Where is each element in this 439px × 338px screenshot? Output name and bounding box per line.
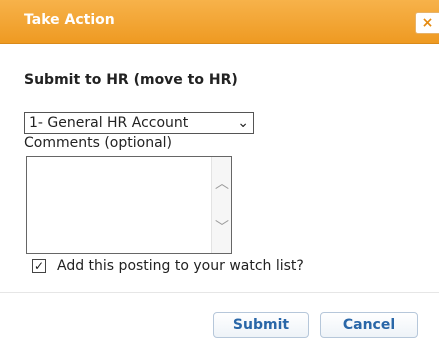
comments-textarea[interactable]: ︿ ﹀ <box>26 156 232 254</box>
watch-list-checkbox[interactable]: ✓ <box>32 259 46 273</box>
footer-divider <box>0 292 439 293</box>
account-select[interactable]: 1- General HR Account ⌄ <box>24 112 254 134</box>
comments-label: Comments (optional) <box>24 135 172 151</box>
comments-scrollbar[interactable]: ︿ ﹀ <box>211 157 231 253</box>
scroll-up-icon[interactable]: ︿ <box>214 175 230 192</box>
check-icon: ✓ <box>33 259 45 273</box>
submit-button[interactable]: Submit <box>213 312 309 338</box>
form-heading: Submit to HR (move to HR) <box>24 72 238 88</box>
account-select-value: 1- General HR Account <box>29 115 189 131</box>
dialog-title: Take Action <box>24 12 115 28</box>
chevron-down-icon: ⌄ <box>237 115 249 131</box>
dialog-titlebar: Take Action × <box>0 0 439 44</box>
cancel-button[interactable]: Cancel <box>320 312 418 338</box>
watch-list-label[interactable]: Add this posting to your watch list? <box>57 258 304 274</box>
close-icon: × <box>421 15 434 31</box>
scroll-down-icon[interactable]: ﹀ <box>214 219 230 236</box>
close-button[interactable]: × <box>415 12 439 34</box>
